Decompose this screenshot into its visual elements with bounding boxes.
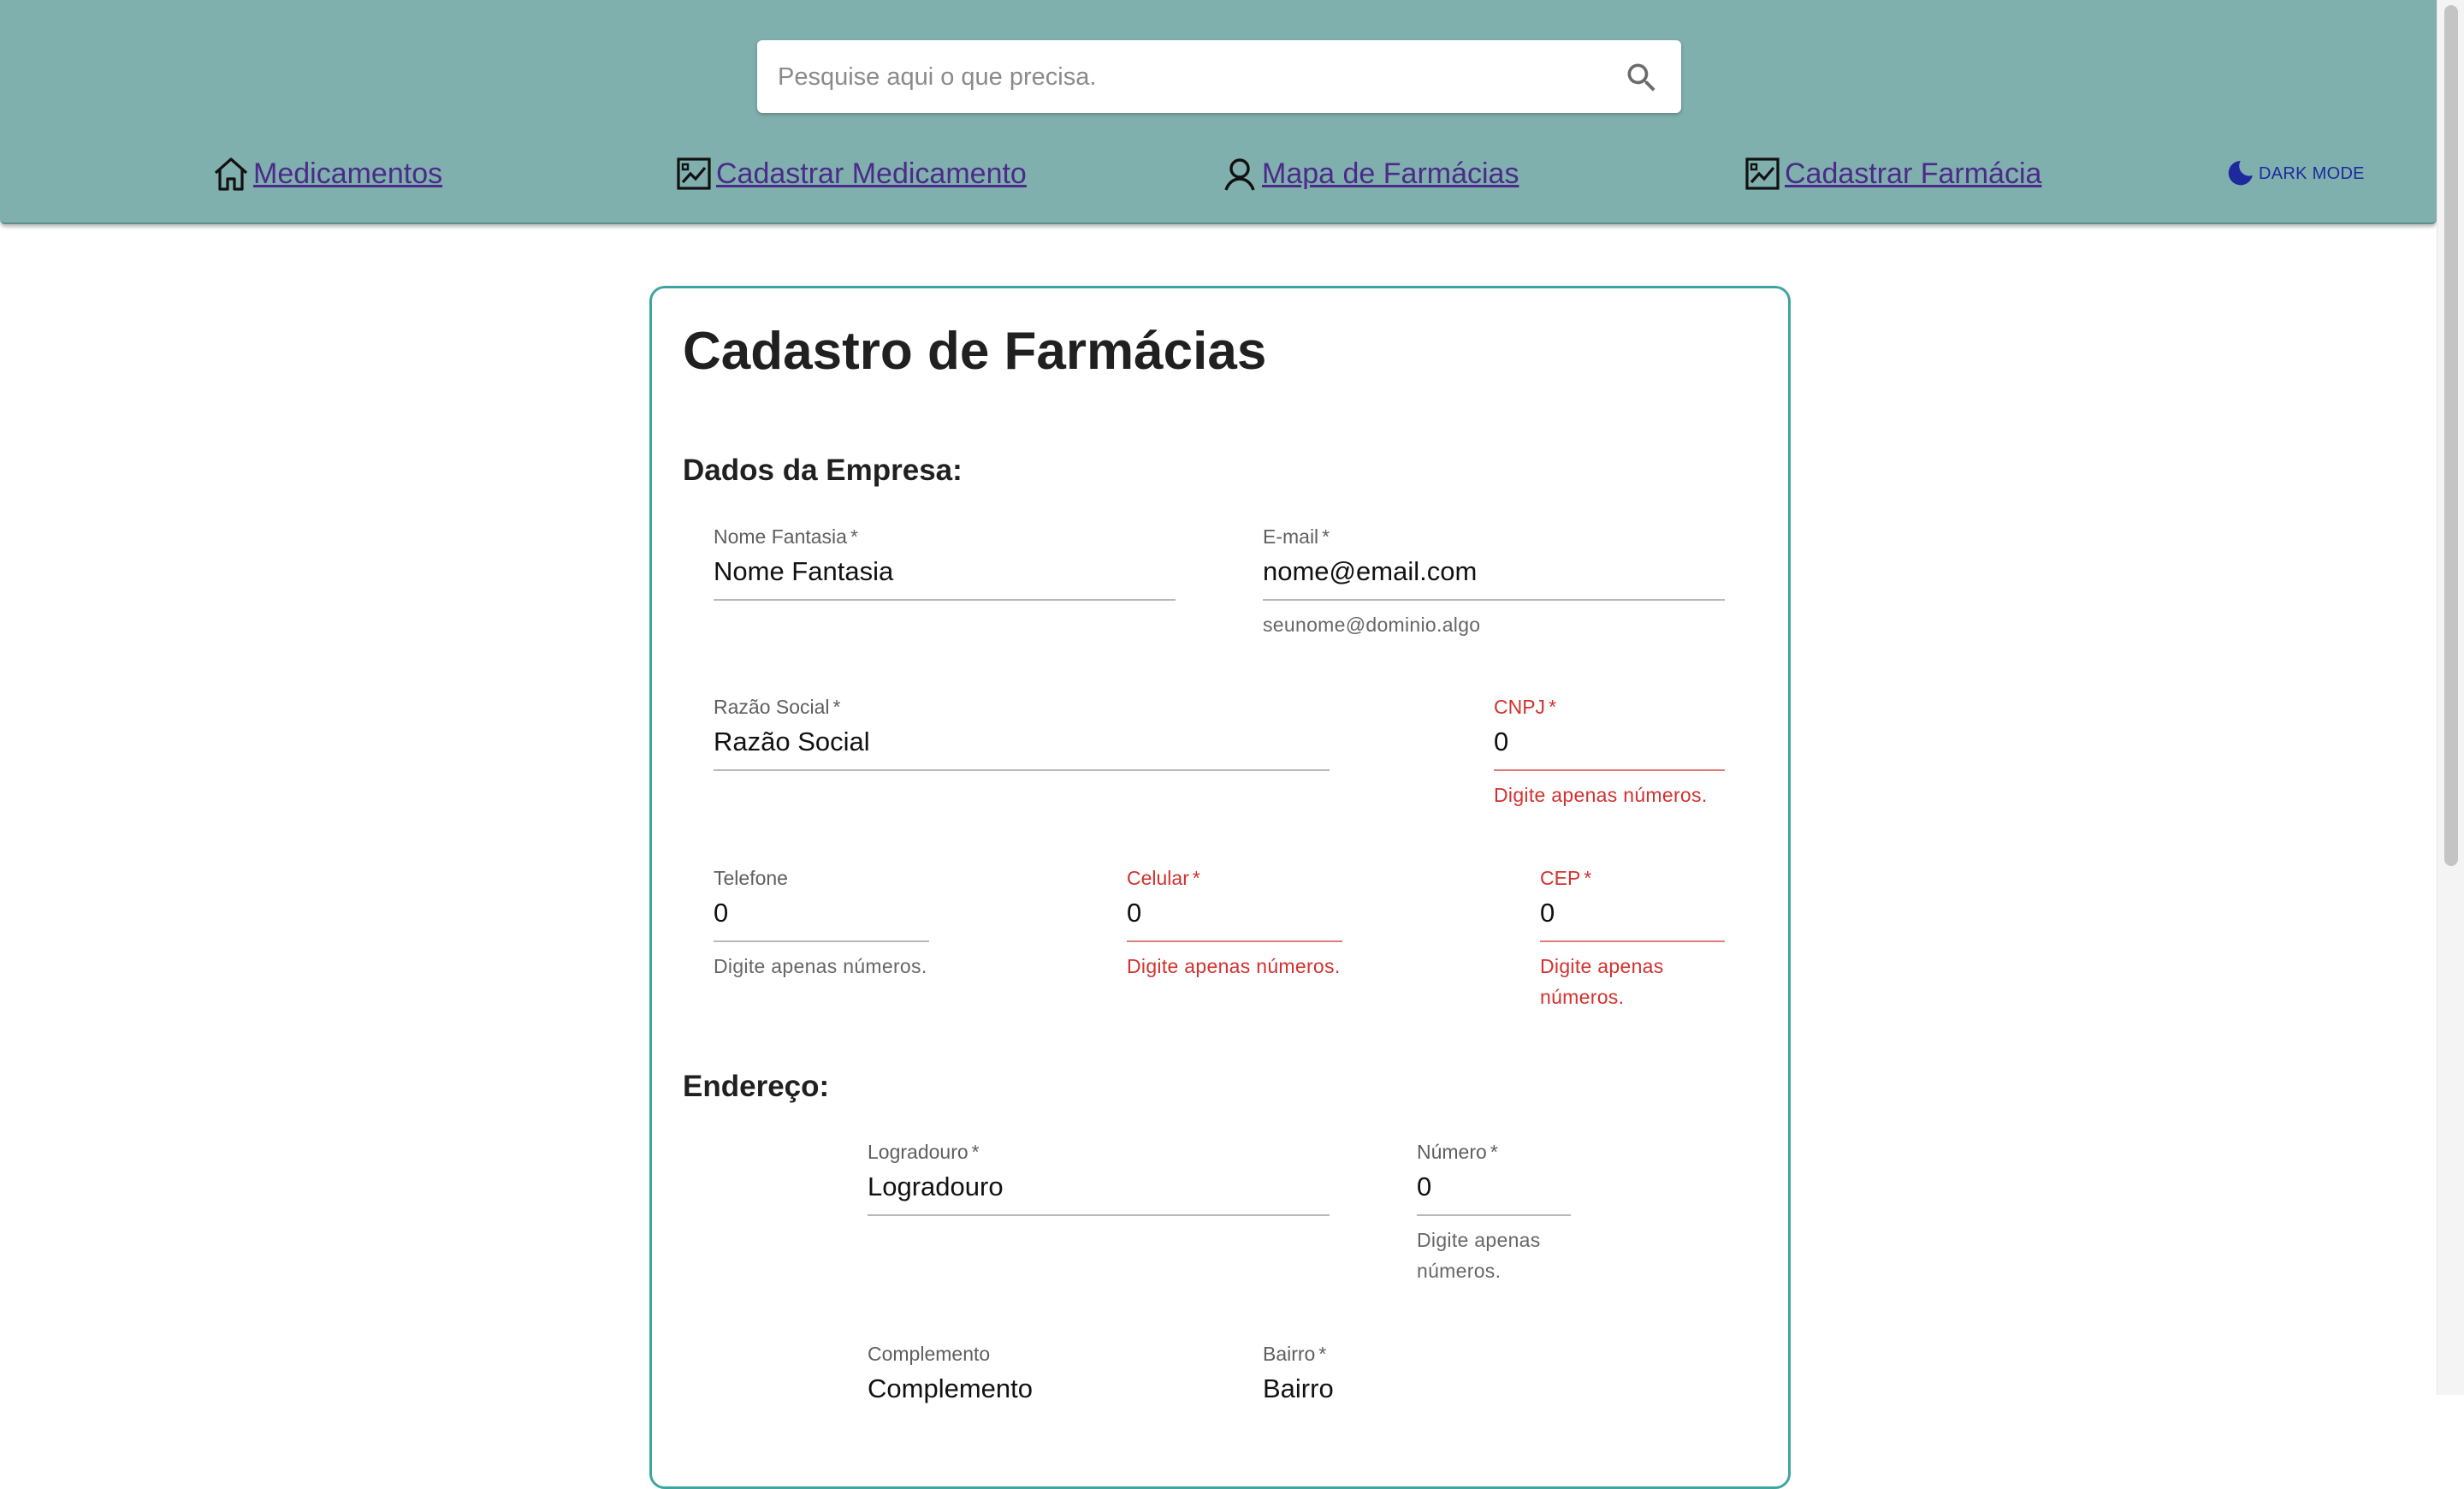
input-underline: [1417, 1214, 1571, 1216]
scrollbar-thumb[interactable]: [2444, 5, 2458, 866]
nav-mapa-farmacias[interactable]: Mapa de Farmácias: [1219, 150, 1519, 198]
email-input[interactable]: nome@email.com: [1263, 551, 1725, 592]
dark-mode-label: DARK MODE: [2259, 163, 2365, 183]
nav-label: Cadastrar Farmácia: [1785, 157, 2042, 190]
nav-cadastrar-medicamento[interactable]: Cadastrar Medicamento: [673, 150, 1027, 198]
cep-error-text: Digite apenas números.: [1540, 955, 1664, 1008]
section-heading-company: Dados da Empresa:: [683, 454, 962, 487]
field-label: Logradouro *: [868, 1141, 980, 1163]
search-icon[interactable]: [1623, 59, 1661, 97]
nav-label: Medicamentos: [253, 157, 443, 190]
input-underline: [1263, 599, 1725, 601]
telefone-input[interactable]: 0: [714, 893, 929, 934]
input-underline: [714, 940, 929, 942]
page-scrollbar[interactable]: [2437, 0, 2464, 1395]
moon-icon: [2228, 161, 2253, 186]
field-label: CEP *: [1540, 867, 1592, 889]
top-header: Medicamentos Cadastrar Medicamento Mapa …: [0, 0, 2437, 224]
field-label: CNPJ *: [1494, 696, 1557, 718]
search-input[interactable]: [776, 40, 1601, 115]
chart-image-icon: [677, 157, 711, 190]
field-label: Número *: [1417, 1141, 1498, 1163]
email-helper-text: seunome@dominio.algo: [1263, 614, 1481, 636]
chart-image-icon: [1745, 157, 1780, 190]
home-icon: [214, 157, 248, 191]
search-bar: [757, 40, 1681, 115]
input-underline: [1127, 940, 1342, 942]
input-underline: [1540, 940, 1725, 942]
field-label: Telefone: [714, 867, 788, 889]
field-label: Nome Fantasia *: [714, 525, 858, 548]
field-label: Bairro *: [1263, 1343, 1327, 1365]
cnpj-error-text: Digite apenas números.: [1494, 784, 1708, 806]
field-label: Celular *: [1127, 867, 1200, 889]
input-underline: [714, 599, 1176, 601]
nav-label: Cadastrar Medicamento: [716, 157, 1027, 190]
cep-input[interactable]: 0: [1540, 893, 1725, 934]
input-underline: [714, 769, 1330, 771]
field-label: Complemento: [868, 1343, 991, 1365]
telefone-helper-text: Digite apenas números.: [714, 955, 927, 977]
nav-label: Mapa de Farmácias: [1262, 157, 1519, 190]
person-icon: [1224, 158, 1255, 191]
numero-input[interactable]: 0: [1417, 1166, 1571, 1207]
bairro-input[interactable]: Bairro: [1263, 1368, 1605, 1409]
logradouro-input[interactable]: Logradouro: [868, 1166, 1330, 1207]
nav-medicamentos[interactable]: Medicamentos: [210, 150, 442, 198]
nav-cadastrar-farmacia[interactable]: Cadastrar Farmácia: [1742, 150, 2041, 198]
page-title: Cadastro de Farmácias: [683, 322, 1267, 381]
celular-input[interactable]: 0: [1127, 893, 1342, 934]
nome-fantasia-input[interactable]: Nome Fantasia: [714, 551, 1176, 592]
cnpj-input[interactable]: 0: [1494, 721, 1725, 762]
input-underline: [868, 1214, 1330, 1216]
celular-error-text: Digite apenas números.: [1127, 955, 1341, 977]
dark-mode-toggle[interactable]: DARK MODE: [2223, 157, 2365, 191]
complemento-input[interactable]: Complemento: [868, 1368, 1210, 1409]
field-label: E-mail *: [1263, 525, 1330, 548]
numero-helper-text: Digite apenas números.: [1417, 1229, 1541, 1282]
razao-social-input[interactable]: Razão Social: [714, 721, 1330, 762]
field-label: Razão Social *: [714, 696, 841, 718]
input-underline: [1494, 769, 1725, 771]
section-heading-address: Endereço:: [683, 1070, 830, 1103]
